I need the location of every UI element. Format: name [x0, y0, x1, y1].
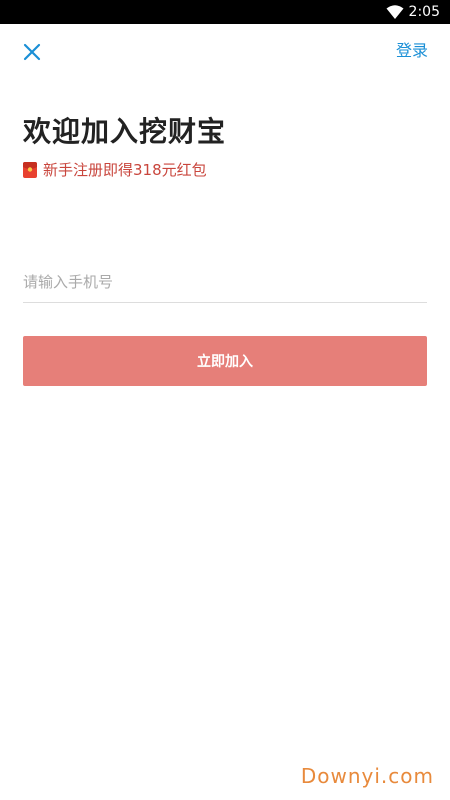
- watermark: Downyi.com: [300, 764, 434, 788]
- close-icon: [23, 43, 41, 61]
- login-link[interactable]: 登录: [396, 40, 428, 62]
- status-time: 2:05: [408, 4, 440, 20]
- promo-banner: 新手注册即得318元红包: [23, 160, 207, 180]
- promo-text: 新手注册即得318元红包: [43, 161, 207, 179]
- status-bar: 2:05: [0, 0, 450, 24]
- page-title: 欢迎加入挖财宝: [23, 115, 227, 148]
- join-now-button[interactable]: 立即加入: [23, 336, 427, 386]
- wifi-icon: [386, 5, 404, 19]
- phone-input[interactable]: [23, 262, 427, 303]
- red-packet-icon: [23, 162, 37, 178]
- close-button[interactable]: [20, 40, 44, 64]
